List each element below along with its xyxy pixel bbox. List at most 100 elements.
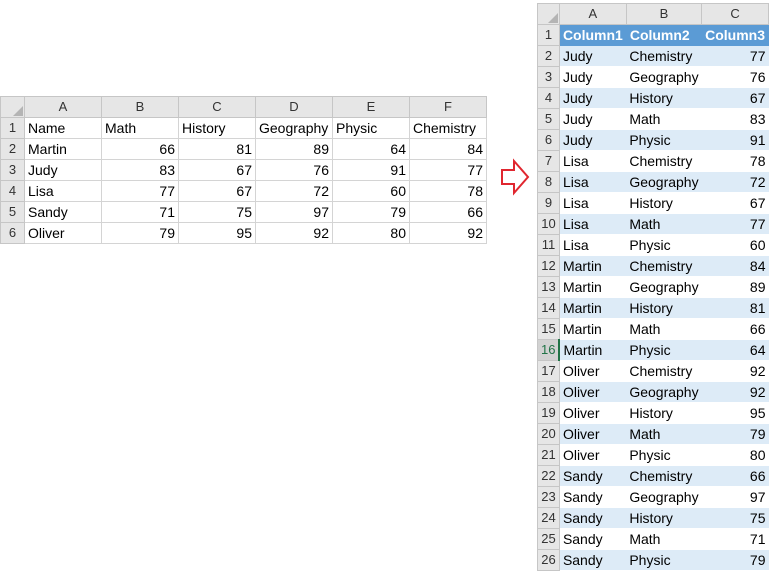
row-header[interactable]: 16 xyxy=(537,339,561,361)
row-header[interactable]: 20 xyxy=(537,423,560,445)
column-header-c[interactable]: C xyxy=(701,3,769,25)
cell-subject[interactable]: Chemistry xyxy=(626,45,702,67)
row-header[interactable]: 26 xyxy=(537,549,560,571)
cell-name[interactable]: Oliver xyxy=(559,402,627,424)
cell-score[interactable]: 66 xyxy=(409,201,487,223)
cell-subject[interactable]: Math xyxy=(626,528,702,550)
cell-score[interactable]: 77 xyxy=(701,213,769,235)
cell-score[interactable]: 91 xyxy=(701,129,769,151)
cell-score[interactable]: 78 xyxy=(409,180,487,202)
cell-subject[interactable]: Physic xyxy=(626,339,702,361)
row-header[interactable]: 17 xyxy=(537,360,560,382)
row-header[interactable]: 3 xyxy=(537,66,560,88)
cell-score[interactable]: 83 xyxy=(101,159,179,181)
row-header[interactable]: 4 xyxy=(537,87,560,109)
cell-score[interactable]: 79 xyxy=(701,423,769,445)
row-header[interactable]: 25 xyxy=(537,528,560,550)
row-header[interactable]: 6 xyxy=(537,129,560,151)
cell-score[interactable]: 95 xyxy=(178,222,256,244)
cell-name[interactable]: Lisa xyxy=(559,150,627,172)
row-header[interactable]: 7 xyxy=(537,150,560,172)
table-column-header[interactable]: Column1 xyxy=(558,24,627,46)
cell-score[interactable]: 79 xyxy=(701,549,769,571)
cell-subject[interactable]: Chemistry xyxy=(626,360,702,382)
cell-score[interactable]: 77 xyxy=(701,45,769,67)
cell-score[interactable]: 76 xyxy=(701,66,769,88)
cell-subject[interactable]: Math xyxy=(626,108,702,130)
row-header[interactable]: 2 xyxy=(0,138,25,160)
cell-subject[interactable]: Physic xyxy=(626,549,702,571)
cell-subject[interactable]: Math xyxy=(626,318,702,340)
cell-subject[interactable]: Geography xyxy=(626,486,702,508)
cell-name[interactable]: Oliver xyxy=(559,444,627,466)
cell-name[interactable]: Martin xyxy=(559,297,627,319)
row-header[interactable]: 10 xyxy=(537,213,560,235)
cell-subject[interactable]: History xyxy=(626,87,702,109)
cell-subject[interactable]: Math xyxy=(626,423,702,445)
cell-name[interactable]: Martin xyxy=(559,339,627,361)
cell-score[interactable]: 60 xyxy=(701,234,769,256)
cell-score[interactable]: 97 xyxy=(701,486,769,508)
cell-score[interactable]: 66 xyxy=(701,318,769,340)
cell-score[interactable]: 79 xyxy=(101,222,179,244)
cell-score[interactable]: 92 xyxy=(409,222,487,244)
cell-score[interactable]: 67 xyxy=(178,159,256,181)
select-all-corner[interactable] xyxy=(537,3,560,25)
cell-score[interactable]: 77 xyxy=(409,159,487,181)
cell-name[interactable]: Martin xyxy=(559,255,627,277)
cell-score[interactable]: 60 xyxy=(332,180,410,202)
cell-score[interactable]: 95 xyxy=(701,402,769,424)
cell-name[interactable]: Lisa xyxy=(559,171,627,193)
cell-subject[interactable]: Geography xyxy=(626,381,702,403)
column-header-c[interactable]: C xyxy=(178,96,256,118)
row-header[interactable]: 2 xyxy=(537,45,560,67)
cell-name[interactable]: Judy xyxy=(559,45,627,67)
cell-score[interactable]: 72 xyxy=(255,180,333,202)
cell-subject[interactable]: Physic xyxy=(626,444,702,466)
cell-subject[interactable]: Physic xyxy=(626,129,702,151)
cell-name[interactable]: Sandy xyxy=(559,486,627,508)
table-column-header[interactable]: Column3 xyxy=(701,24,769,46)
cell-name[interactable]: Lisa xyxy=(559,213,627,235)
cell-name[interactable]: Oliver xyxy=(559,360,627,382)
select-all-corner[interactable] xyxy=(0,96,25,118)
cell-name[interactable]: Oliver xyxy=(559,381,627,403)
cell-score[interactable]: 84 xyxy=(701,255,769,277)
cell-score[interactable]: 77 xyxy=(101,180,179,202)
row-header[interactable]: 5 xyxy=(0,201,25,223)
row-header[interactable]: 23 xyxy=(537,486,560,508)
cell-score[interactable]: 64 xyxy=(701,339,769,361)
cell-score[interactable]: 92 xyxy=(701,381,769,403)
cell-subject[interactable]: Chemistry xyxy=(626,465,702,487)
cell-score[interactable]: 71 xyxy=(101,201,179,223)
row-header[interactable]: 6 xyxy=(0,222,25,244)
cell-subject[interactable]: Geography xyxy=(626,171,702,193)
cell-subject[interactable]: Chemistry xyxy=(626,150,702,172)
cell-score[interactable]: 67 xyxy=(701,87,769,109)
column-header-b[interactable]: B xyxy=(625,3,703,25)
cell[interactable]: History xyxy=(178,117,256,139)
cell-name[interactable]: Oliver xyxy=(24,222,102,244)
cell[interactable]: Math xyxy=(101,117,179,139)
row-header[interactable]: 12 xyxy=(537,255,560,277)
cell-score[interactable]: 81 xyxy=(701,297,769,319)
cell-name[interactable]: Judy xyxy=(559,87,627,109)
cell-name[interactable]: Sandy xyxy=(559,549,627,571)
cell-name[interactable]: Oliver xyxy=(559,423,627,445)
cell-name[interactable]: Sandy xyxy=(24,201,102,223)
cell-name[interactable]: Martin xyxy=(559,318,627,340)
row-header[interactable]: 3 xyxy=(0,159,25,181)
cell-name[interactable]: Judy xyxy=(559,66,627,88)
cell-name[interactable]: Lisa xyxy=(559,192,627,214)
row-header[interactable]: 18 xyxy=(537,381,560,403)
cell-name[interactable]: Judy xyxy=(24,159,102,181)
cell-subject[interactable]: Geography xyxy=(626,276,702,298)
column-header-e[interactable]: E xyxy=(332,96,410,118)
column-header-a[interactable]: A xyxy=(24,96,102,118)
row-header[interactable]: 11 xyxy=(537,234,560,256)
cell-score[interactable]: 78 xyxy=(701,150,769,172)
cell-score[interactable]: 84 xyxy=(409,138,487,160)
cell-subject[interactable]: History xyxy=(626,402,702,424)
row-header[interactable]: 19 xyxy=(537,402,560,424)
cell-name[interactable]: Martin xyxy=(24,138,102,160)
